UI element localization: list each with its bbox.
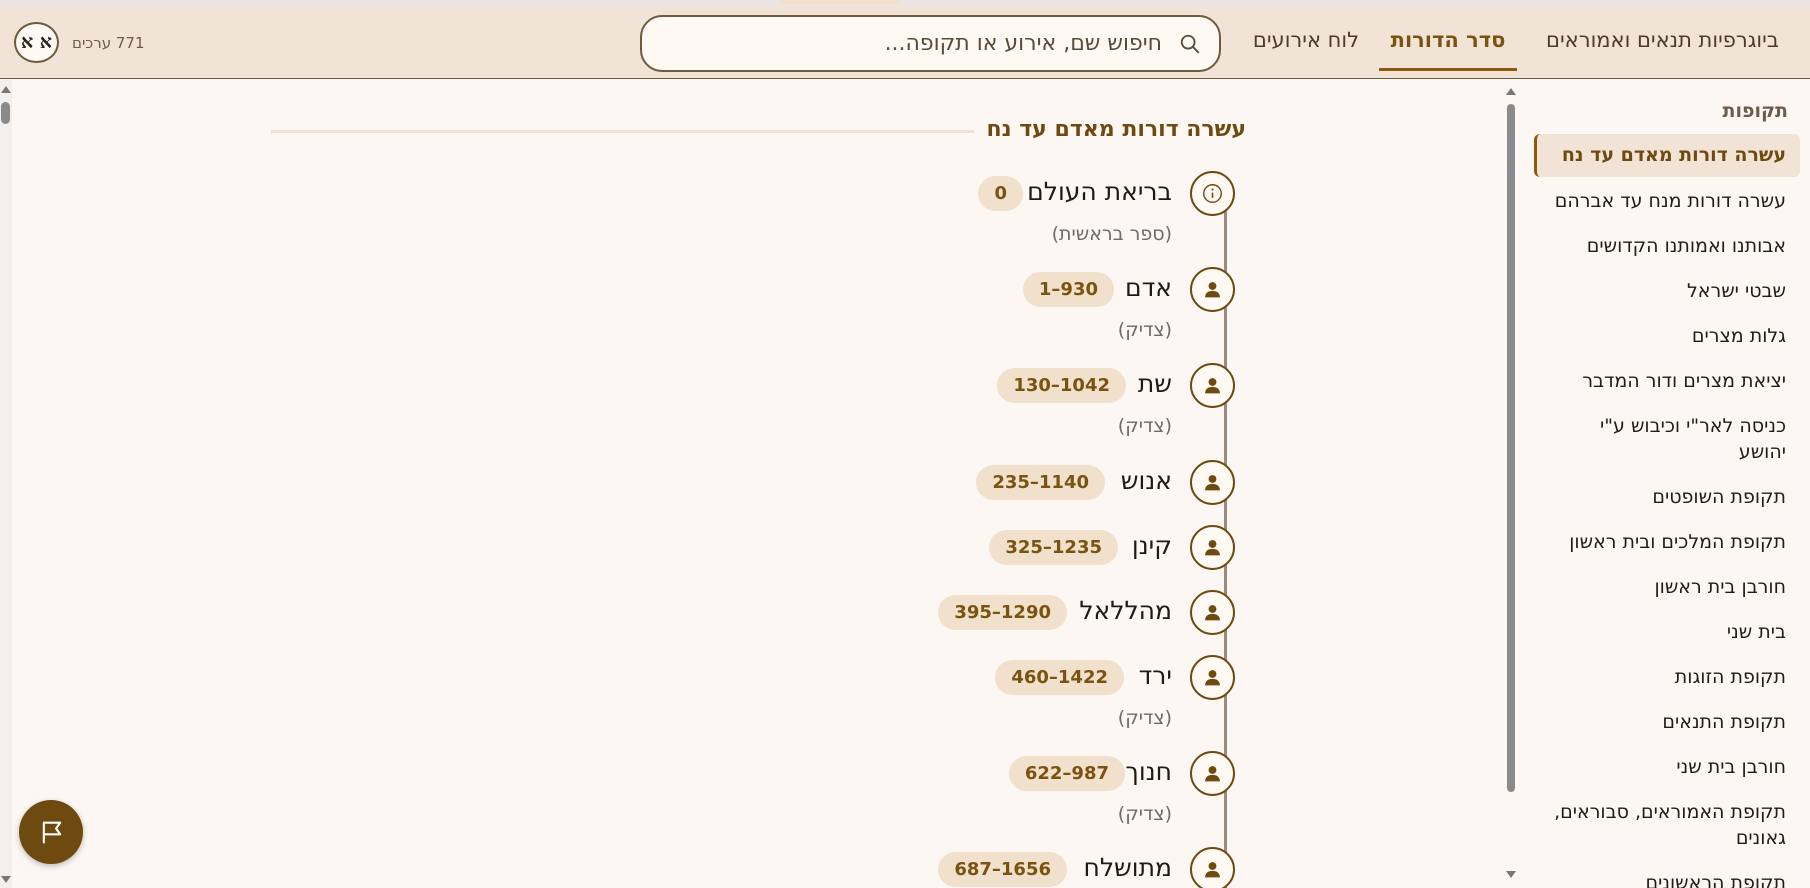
years-badge: 687–1656	[938, 852, 1067, 887]
timeline-node	[1190, 267, 1235, 312]
years-badge: 130–1042	[997, 368, 1126, 403]
top-strip	[0, 0, 1810, 7]
scroll-up-arrow[interactable]	[1, 86, 11, 93]
timeline-item-name: אדם	[1125, 273, 1172, 302]
timeline-item-name: קינן	[1131, 531, 1172, 560]
timeline-item-name: מתושלח	[1083, 853, 1172, 882]
sidebar-item-amoraim[interactable]: תקופת האמוראים, סבוראים, גאונים	[1552, 799, 1786, 851]
page-scrollbar[interactable]	[0, 80, 12, 888]
timeline-item-hanoch[interactable]: חנוך 622–987 (צדיק)	[985, 751, 1235, 825]
years-badge: 325–1235	[989, 530, 1118, 565]
timeline-item-name: שת	[1137, 369, 1172, 398]
sidebar-item-exodus[interactable]: יציאת מצרים ודור המדבר	[1552, 368, 1786, 394]
sidebar-item-egypt-exile[interactable]: גלות מצרים	[1552, 323, 1786, 349]
info-icon	[1203, 184, 1222, 203]
timeline-item-note: (צדיק)	[1117, 415, 1172, 437]
timeline-node	[1190, 847, 1235, 888]
person-icon	[1205, 282, 1220, 298]
top-glow	[780, 0, 900, 4]
timeline-item-shet[interactable]: שת 130–1042 (צדיק)	[985, 363, 1235, 437]
search-box[interactable]	[640, 15, 1221, 72]
person-icon	[1205, 475, 1220, 491]
timeline-item-yered[interactable]: ירד 460–1422 (צדיק)	[985, 655, 1235, 729]
sidebar-item-patriarchs[interactable]: אבותנו ואמותנו הקדושים	[1552, 233, 1786, 259]
timeline-node	[1190, 655, 1235, 700]
timeline-item-name: ירד	[1138, 661, 1172, 690]
header-bar: ביוגרפיות תנאים ואמוראים סדר הדורות לוח …	[0, 7, 1810, 79]
timeline-item-note: (ספר בראשית)	[1051, 223, 1172, 245]
timeline-node	[1190, 751, 1235, 796]
timeline-node	[1190, 363, 1235, 408]
person-icon	[1205, 862, 1220, 878]
sidebar-item-tribes[interactable]: שבטי ישראל	[1552, 278, 1786, 304]
search-input[interactable]	[662, 17, 1162, 70]
timeline-item-note: (צדיק)	[1117, 319, 1172, 341]
years-badge: 235–1140	[976, 465, 1105, 500]
timeline-item-adam[interactable]: אדם 1–930 (צדיק)	[985, 267, 1235, 341]
person-icon	[1205, 605, 1220, 621]
sidebar-item-second-temple-destruction[interactable]: חורבן בית שני	[1552, 754, 1786, 780]
years-badge: 1–930	[1022, 272, 1114, 307]
section-divider	[271, 130, 974, 133]
person-icon	[1205, 540, 1220, 556]
timeline-item-enosh[interactable]: אנוש 235–1140	[965, 460, 1235, 524]
timeline-item-name: מהללאל	[1079, 596, 1172, 625]
main-scrollbar[interactable]	[1505, 88, 1517, 888]
font-size-toggle[interactable]: א א	[14, 22, 59, 63]
report-button[interactable]	[19, 800, 83, 864]
years-badge: 622–987	[1008, 756, 1125, 791]
timeline-item-name: אנוש	[1120, 466, 1172, 495]
main-scrollbar-thumb[interactable]	[1507, 104, 1515, 792]
sidebar-item-rishonim[interactable]: תקופת הראשונים	[1552, 870, 1786, 888]
person-icon	[1205, 766, 1220, 782]
scroll-down-arrow[interactable]	[1, 876, 11, 883]
search-icon	[1180, 34, 1200, 54]
person-icon	[1205, 378, 1220, 394]
entries-count: 771 ערכים	[72, 34, 145, 52]
timeline-node	[1190, 171, 1235, 216]
timeline-item-metushelach[interactable]: מתושלח 687–1656	[935, 847, 1235, 888]
years-badge: 395–1290	[938, 595, 1067, 630]
tab-biographies[interactable]: ביוגרפיות תנאים ואמוראים	[1535, 7, 1790, 69]
timeline-item-note: (צדיק)	[1117, 707, 1172, 729]
sidebar-item-noah-to-abraham[interactable]: עשרה דורות מנח עד אברהם	[1552, 188, 1786, 214]
sidebar-item-conquest[interactable]: כניסה לאר"י וכיבוש ע"י יהושע	[1552, 413, 1786, 465]
timeline-item-mahalalel[interactable]: מהללאל 395–1290	[935, 590, 1235, 654]
timeline-node	[1190, 525, 1235, 570]
main-scroll-down-arrow[interactable]	[1506, 871, 1516, 878]
years-badge: 460–1422	[995, 660, 1124, 695]
timeline-item-name: בריאת העולם	[1027, 177, 1172, 206]
sidebar-item-judges[interactable]: תקופת השופטים	[1552, 484, 1786, 510]
timeline-item-kenan[interactable]: קינן 325–1235	[985, 525, 1235, 589]
sidebar-item-kings[interactable]: תקופת המלכים ובית ראשון	[1552, 529, 1786, 555]
tab-events-timeline[interactable]: לוח אירועים	[1250, 7, 1362, 69]
sidebar-item-zugot[interactable]: תקופת הזוגות	[1552, 664, 1786, 690]
tab-generations-order[interactable]: סדר הדורות	[1379, 7, 1517, 71]
timeline-node	[1190, 590, 1235, 635]
main-scroll-up-arrow[interactable]	[1506, 88, 1516, 95]
timeline-node	[1190, 460, 1235, 505]
sidebar-item-tannaim[interactable]: תקופת התנאים	[1552, 709, 1786, 735]
timeline-item-name: חנוך	[1125, 757, 1172, 786]
sidebar-item-adam-to-noah[interactable]: עשרה דורות מאדם עד נח	[1534, 134, 1800, 177]
timeline-item-note: (צדיק)	[1117, 803, 1172, 825]
years-badge: 0	[978, 176, 1023, 211]
sidebar-item-second-temple[interactable]: בית שני	[1552, 619, 1786, 645]
sidebar-item-first-temple-destruction[interactable]: חורבן בית ראשון	[1552, 574, 1786, 600]
sidebar-heading: תקופות	[1722, 100, 1789, 122]
flag-icon	[42, 821, 62, 844]
person-icon	[1205, 670, 1220, 686]
section-title: עשרה דורות מאדם עד נח	[986, 117, 1247, 142]
timeline-item-creation[interactable]: בריאת העולם 0 (ספר בראשית)	[935, 171, 1235, 245]
page-scrollbar-thumb[interactable]	[1, 102, 10, 124]
